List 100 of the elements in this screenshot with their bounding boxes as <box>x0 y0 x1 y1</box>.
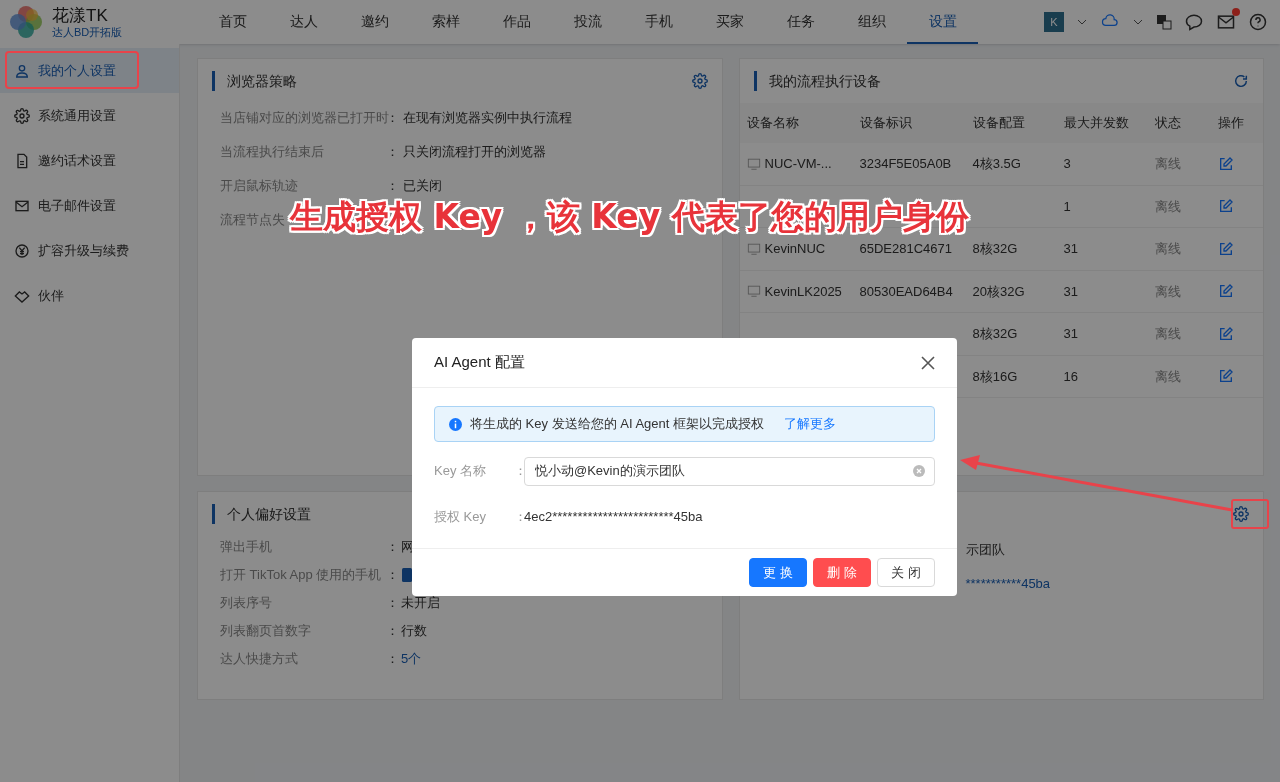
table-cell-text: 8核16G <box>972 367 1019 386</box>
table-cell-text: 80530EAD64B4 <box>859 282 954 301</box>
key-link[interactable]: ***********45ba <box>965 573 1249 593</box>
column-header: 设备标识 <box>859 114 913 133</box>
colon: ： <box>386 538 399 557</box>
colon: ： <box>386 566 399 585</box>
table-cell-text: 31 <box>1063 240 1079 258</box>
refresh-icon[interactable] <box>1233 73 1249 89</box>
phone-icon <box>401 567 413 583</box>
dialog-button[interactable]: 更 换 <box>749 558 807 587</box>
link[interactable]: 5个 <box>401 649 422 669</box>
sidebar-item[interactable]: 电子邮件设置 <box>0 183 179 228</box>
table-cell-text: 65DE281C4671 <box>859 240 954 258</box>
colon: ： <box>386 622 399 641</box>
nav-tab[interactable]: 作品 <box>481 0 552 44</box>
nav-tab[interactable]: 任务 <box>765 0 836 44</box>
colon: ： <box>386 143 399 162</box>
table-cell-text: 20核32G <box>972 282 1026 301</box>
monitor-icon <box>746 241 761 256</box>
key-name-field[interactable]: 悦小动@Kevin的演示团队 <box>524 456 935 486</box>
field-label: 开启鼠标轨迹 <box>220 177 299 196</box>
dialog-title: AI Agent 配置 <box>434 352 525 373</box>
field-label: 当流程执行结束后 <box>220 143 325 162</box>
table-cell-text: 3234F5E05A0B <box>859 155 953 173</box>
info-icon <box>449 417 462 431</box>
sidebar-item[interactable]: 系统通用设置 <box>0 93 179 138</box>
field-value: 只关闭流程打开的浏览器 <box>403 143 546 162</box>
close-icon[interactable] <box>921 355 935 370</box>
auth-key-value: 4ec2************************45ba <box>524 508 703 527</box>
dialog-button[interactable]: 关 闭 <box>877 558 935 587</box>
yen-icon <box>14 242 30 259</box>
field-label: 弹出手机 <box>220 538 273 557</box>
table-cell-text: 离线 <box>1154 325 1182 343</box>
colon: ： <box>514 508 524 527</box>
nav-tab[interactable]: 达人 <box>268 0 339 44</box>
settings-icon[interactable] <box>691 73 708 89</box>
card-title: 我的流程执行设备 <box>768 71 881 91</box>
card-title: 浏览器策略 <box>227 71 297 91</box>
edit-icon[interactable] <box>1217 325 1234 342</box>
translate-icon[interactable] <box>1156 14 1172 30</box>
field-value: 已关闭 <box>403 177 442 196</box>
sidebar-item[interactable]: 邀约话术设置 <box>0 138 179 183</box>
edit-icon[interactable] <box>1217 155 1234 172</box>
card-title: 个人偏好设置 <box>227 504 311 524</box>
learn-more-link[interactable]: 了解更多 <box>784 414 836 434</box>
nav-tab[interactable]: 邀约 <box>339 0 410 44</box>
table-cell-text: 3 <box>1063 155 1072 173</box>
column-header: 最大并发数 <box>1063 114 1130 133</box>
info-text: 将生成的 Key 发送给您的 AI Agent 框架以完成授权 <box>470 415 764 434</box>
edit-icon[interactable] <box>1217 198 1234 215</box>
monitor-icon <box>746 156 761 171</box>
nav-tab[interactable]: 手机 <box>623 0 694 44</box>
field-label: 打开 TikTok App 使用的手机 <box>220 566 383 585</box>
flower-logo-icon <box>8 4 44 40</box>
nav-tab[interactable]: 设置 <box>907 0 978 44</box>
table-cell-text: 8核32G <box>972 325 1019 343</box>
field-label: 授权 Key <box>434 508 487 527</box>
table-cell-text: 16 <box>1063 367 1079 386</box>
edit-icon[interactable] <box>1217 283 1234 300</box>
user-avatar[interactable]: K <box>1044 12 1064 32</box>
brand-name: 花漾TK <box>52 4 109 26</box>
edit-icon[interactable] <box>1217 368 1234 385</box>
team-name: 示团队 <box>965 541 1006 559</box>
field-value: 在现有浏览器实例中执行流程 <box>403 109 572 128</box>
dialog-button[interactable]: 删 除 <box>813 558 871 587</box>
table-cell-text: NUC-VM-... <box>764 155 832 173</box>
mail-icon[interactable] <box>1216 12 1236 32</box>
nav-tab[interactable]: 首页 <box>197 0 268 44</box>
table-cell-text: 4核3.5G <box>972 155 1022 173</box>
table-cell-text: KevinNUC <box>764 240 826 258</box>
column-header: 操作 <box>1217 114 1245 133</box>
field-value: 未开启 <box>401 594 440 613</box>
nav-tab[interactable]: 买家 <box>694 0 765 44</box>
field-label: Key 名称 <box>434 462 487 481</box>
field-value: 行数 <box>401 622 427 641</box>
edit-icon[interactable] <box>1217 240 1234 257</box>
column-header: 状态 <box>1154 114 1182 133</box>
settings-icon[interactable] <box>14 107 30 124</box>
nav-tab[interactable]: 投流 <box>552 0 623 44</box>
colon: ： <box>514 462 524 481</box>
help-icon[interactable] <box>1248 12 1268 32</box>
sidebar-item[interactable]: 伙伴 <box>0 273 179 318</box>
brand-edition: 达人BD开拓版 <box>52 25 123 40</box>
table-cell-text: 离线 <box>1154 282 1182 301</box>
colon: ： <box>386 177 399 196</box>
sidebar-item[interactable]: 扩容升级与续费 <box>0 228 179 273</box>
user-icon <box>14 62 30 79</box>
table-cell-text: 离线 <box>1154 367 1182 386</box>
field-label: 达人快捷方式 <box>220 650 299 669</box>
table-cell-text: 离线 <box>1154 197 1182 216</box>
chat-icon[interactable] <box>1184 12 1204 32</box>
field-label: 列表序号 <box>220 594 273 613</box>
settings-icon[interactable] <box>1233 506 1249 522</box>
table-cell-text: KevinLK2025 <box>764 282 842 301</box>
field-label: 列表翻页首数字 <box>220 622 312 641</box>
nav-tab[interactable]: 索样 <box>410 0 481 44</box>
nav-tab[interactable]: 组织 <box>836 0 907 44</box>
highlight-frame <box>1231 499 1269 529</box>
column-header: 设备配置 <box>972 114 1026 133</box>
sidebar-item[interactable]: 我的个人设置 <box>0 48 179 93</box>
